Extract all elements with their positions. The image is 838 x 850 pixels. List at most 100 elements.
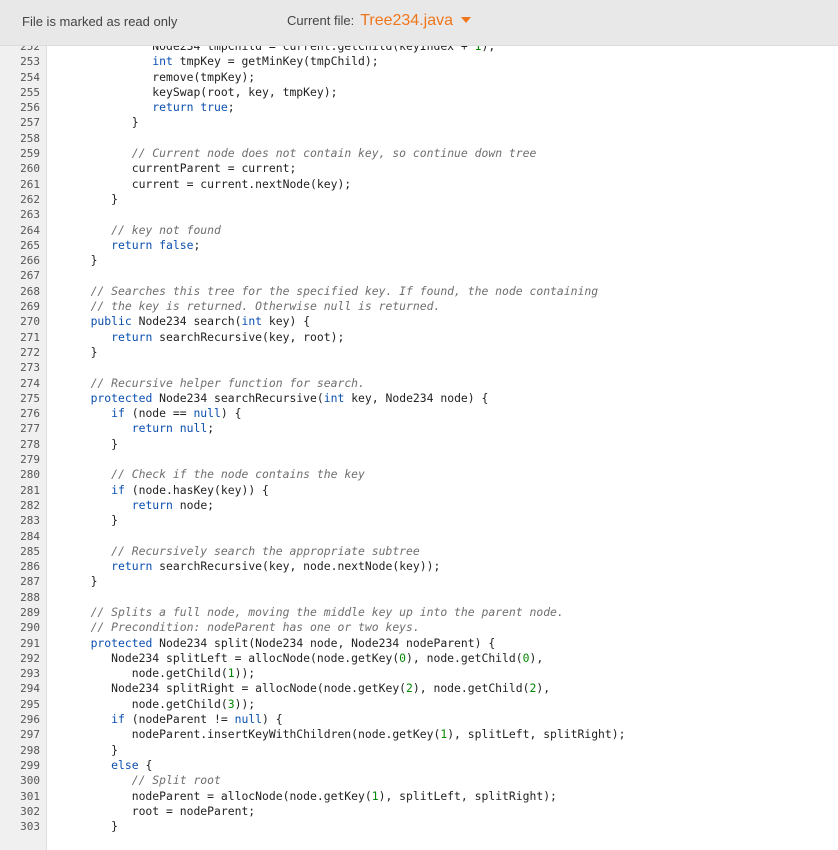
line-code: int tmpKey = getMinKey(tmpChild); xyxy=(152,54,379,69)
line-number: 279 xyxy=(20,453,40,467)
code-line: 292 Node234 splitLeft = allocNode(node.g… xyxy=(0,651,838,666)
line-code: } xyxy=(70,344,98,359)
code-editor[interactable]: 252 Node234 tmpChild = current.getChild(… xyxy=(0,46,838,850)
line-number: 266 xyxy=(20,254,40,268)
line-code: // the key is returned. Otherwise null i… xyxy=(90,299,441,314)
line-number: 299 xyxy=(20,758,40,772)
line-number: 297 xyxy=(20,728,40,742)
code-line: 267 xyxy=(0,268,838,283)
line-number: 287 xyxy=(20,575,40,589)
code-line: 283 } xyxy=(0,513,838,528)
code-line: 303 } xyxy=(0,819,838,834)
line-code: } xyxy=(70,253,98,268)
code-line: 255 keySwap(root, key, tmpKey); xyxy=(0,85,838,100)
line-code: root = nodeParent; xyxy=(70,803,256,818)
line-code: // Recursive helper function for search. xyxy=(90,375,365,390)
line-number: 262 xyxy=(20,192,40,206)
line-code: return searchRecursive(key, node.nextNod… xyxy=(111,559,441,574)
line-number: 270 xyxy=(20,315,40,329)
line-code: } xyxy=(70,742,119,757)
line-code: Node234 splitRight = allocNode(node.getK… xyxy=(70,681,551,696)
line-number: 296 xyxy=(20,713,40,727)
chevron-down-icon[interactable] xyxy=(461,16,471,23)
code-line: 297 nodeParent.insertKeyWithChildren(nod… xyxy=(0,727,838,742)
line-number: 259 xyxy=(20,147,40,161)
line-number: 252 xyxy=(20,46,40,53)
line-number: 253 xyxy=(20,55,40,69)
code-line: 288 xyxy=(0,590,838,605)
line-number: 273 xyxy=(20,361,40,375)
line-number: 260 xyxy=(20,162,40,176)
line-code: } xyxy=(70,115,139,130)
code-line: 258 xyxy=(0,131,838,146)
code-line: 272 } xyxy=(0,345,838,360)
code-line: 256 return true; xyxy=(0,100,838,115)
code-line: 271 return searchRecursive(key, root); xyxy=(0,330,838,345)
line-number: 300 xyxy=(20,774,40,788)
code-line: 282 return node; xyxy=(0,498,838,513)
line-number: 257 xyxy=(20,116,40,130)
code-line: 263 xyxy=(0,207,838,222)
code-line: 289 // Splits a full node, moving the mi… xyxy=(0,605,838,620)
line-number: 267 xyxy=(20,269,40,283)
line-code: node.getChild(1)); xyxy=(70,666,256,681)
line-number: 294 xyxy=(20,682,40,696)
line-number: 282 xyxy=(20,498,40,512)
line-code: return true; xyxy=(152,100,235,115)
line-code: if (node.hasKey(key)) { xyxy=(111,482,269,497)
line-number: 303 xyxy=(20,820,40,834)
line-code: keySwap(root, key, tmpKey); xyxy=(70,84,338,99)
code-line: 298 } xyxy=(0,743,838,758)
line-code: } xyxy=(70,436,119,451)
line-code: // key not found xyxy=(111,222,221,237)
current-file-label: Current file: xyxy=(287,13,355,28)
line-number: 288 xyxy=(20,590,40,604)
line-number: 261 xyxy=(20,177,40,191)
code-line: 291 protected Node234 split(Node234 node… xyxy=(0,636,838,651)
line-number: 268 xyxy=(20,284,40,298)
line-code: remove(tmpKey); xyxy=(70,69,256,84)
line-number: 295 xyxy=(20,697,40,711)
code-lines: 252 Node234 tmpChild = current.getChild(… xyxy=(0,46,838,834)
code-line: 278 } xyxy=(0,437,838,452)
code-line: 302 root = nodeParent; xyxy=(0,804,838,819)
line-number: 256 xyxy=(20,101,40,115)
line-code: // Splits a full node, moving the middle… xyxy=(90,604,564,619)
code-line: 285 // Recursively search the appropriat… xyxy=(0,544,838,559)
code-line: 301 nodeParent = allocNode(node.getKey(1… xyxy=(0,789,838,804)
line-number: 274 xyxy=(20,376,40,390)
code-line: 286 return searchRecursive(key, node.nex… xyxy=(0,559,838,574)
line-number: 255 xyxy=(20,85,40,99)
line-code: // Searches this tree for the specified … xyxy=(90,283,599,298)
line-code: // Precondition: nodeParent has one or t… xyxy=(90,620,420,635)
line-code: public Node234 search(int key) { xyxy=(90,314,311,329)
line-code: else { xyxy=(111,757,153,772)
code-line: 284 xyxy=(0,529,838,544)
line-code: // Recursively search the appropriate su… xyxy=(111,543,420,558)
line-number: 254 xyxy=(20,70,40,84)
line-number: 302 xyxy=(20,804,40,818)
code-line: 262 } xyxy=(0,192,838,207)
code-line: 252 Node234 tmpChild = current.getChild(… xyxy=(0,46,838,54)
line-number: 291 xyxy=(20,636,40,650)
line-number: 265 xyxy=(20,238,40,252)
line-code: } xyxy=(70,513,119,528)
line-number: 280 xyxy=(20,468,40,482)
code-line: 273 xyxy=(0,360,838,375)
line-code: if (node == null) { xyxy=(111,406,242,421)
code-line: 265 return false; xyxy=(0,238,838,253)
line-code: } xyxy=(70,574,98,589)
line-code: } xyxy=(70,819,119,834)
line-number: 301 xyxy=(20,789,40,803)
code-line: 257 } xyxy=(0,115,838,130)
line-number: 283 xyxy=(20,514,40,528)
code-line: 296 if (nodeParent != null) { xyxy=(0,712,838,727)
line-number: 289 xyxy=(20,605,40,619)
code-line: 274 // Recursive helper function for sea… xyxy=(0,376,838,391)
code-line: 300 // Split root xyxy=(0,773,838,788)
current-file-name[interactable]: Tree234.java xyxy=(360,12,453,29)
current-file-selector[interactable]: Current file: Tree234.java xyxy=(287,12,471,30)
code-line: 266 } xyxy=(0,253,838,268)
code-line: 281 if (node.hasKey(key)) { xyxy=(0,483,838,498)
line-number: 284 xyxy=(20,529,40,543)
